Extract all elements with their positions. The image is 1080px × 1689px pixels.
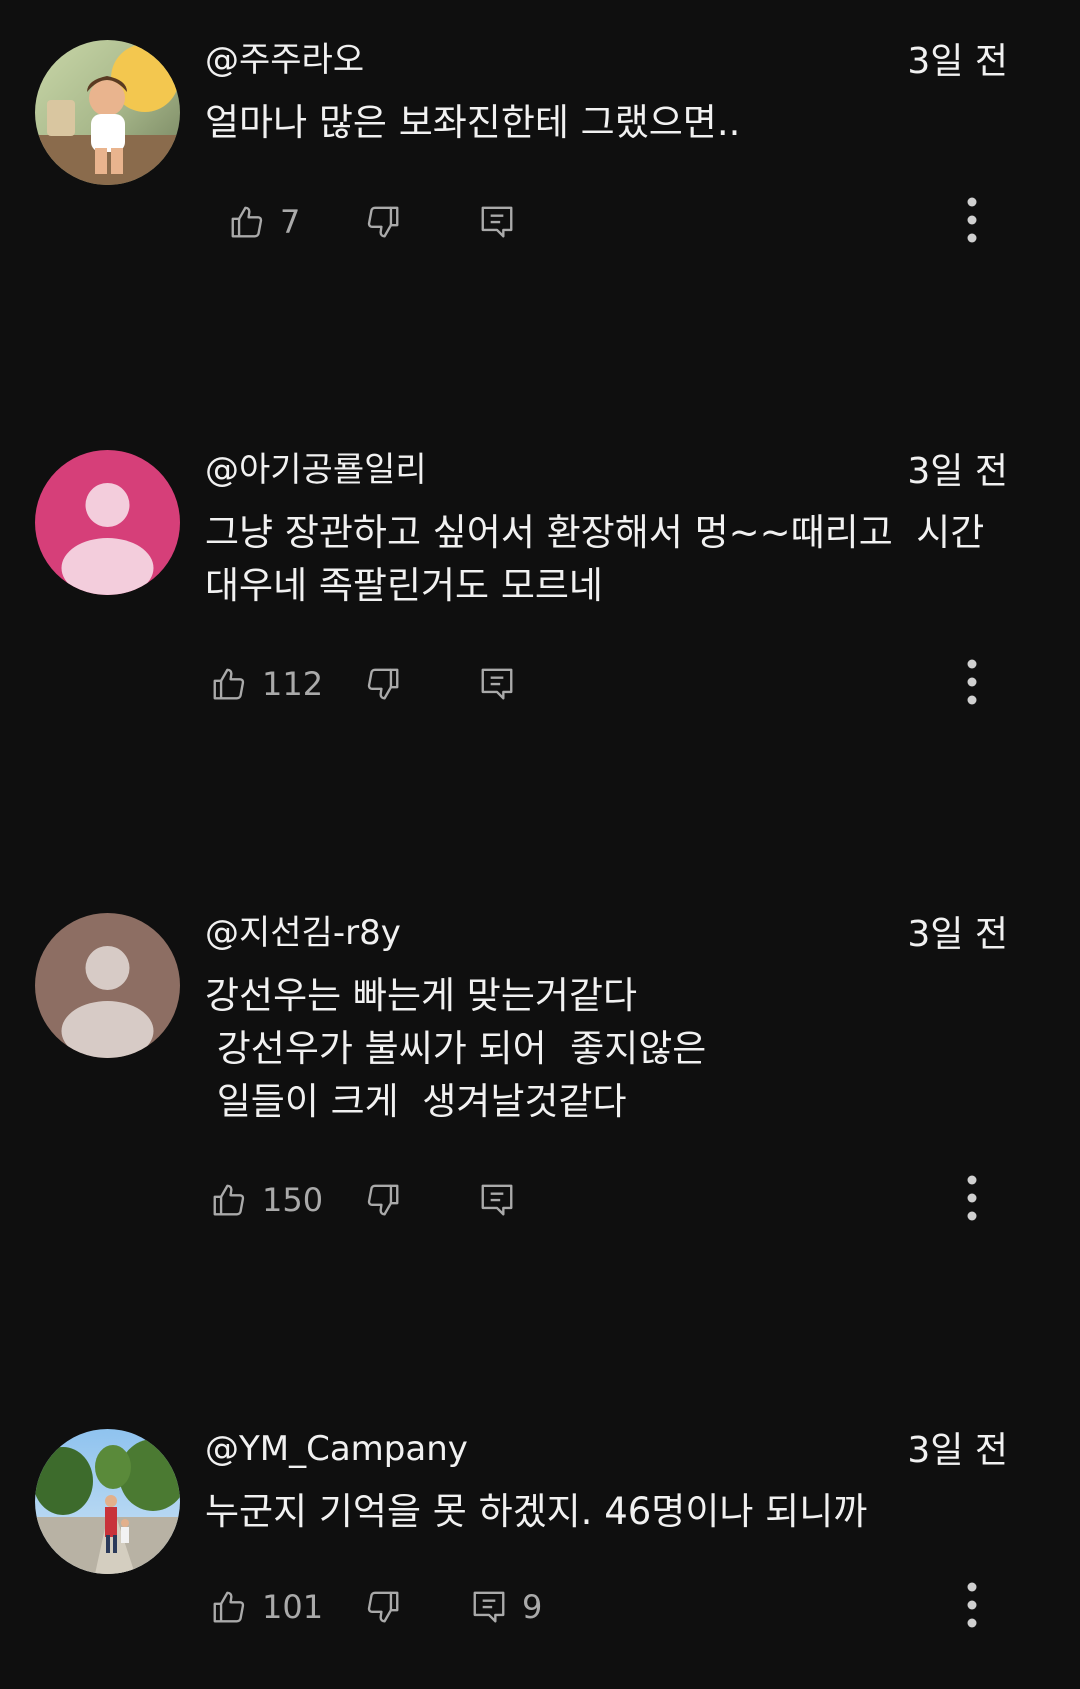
comment-timestamp: 3일 전 (907, 41, 1008, 82)
reply-button[interactable]: 9 (470, 1577, 542, 1637)
reply-icon (478, 203, 516, 241)
comment-author[interactable]: @아기공룔일리 (205, 448, 427, 492)
comment-timestamp: 3일 전 (907, 914, 1008, 955)
comment-actions: 101 9 (210, 1577, 1010, 1637)
reply-icon (478, 1181, 516, 1219)
avatar[interactable] (35, 913, 180, 1058)
reply-icon (478, 665, 516, 703)
like-count: 101 (262, 1588, 324, 1626)
like-button[interactable]: 112 (210, 654, 323, 714)
more-options-button[interactable] (952, 1577, 992, 1637)
more-vert-icon (966, 658, 978, 710)
comment-author[interactable]: @지선김-r8y (205, 911, 401, 955)
comment: @주주라오 3일 전 얼마나 많은 보좌진한테 그랬으면.. 7 (0, 0, 1080, 420)
avatar[interactable] (35, 450, 180, 595)
reply-count: 9 (522, 1588, 543, 1626)
more-options-button[interactable] (952, 654, 992, 714)
like-button[interactable]: 7 (228, 192, 300, 252)
comment: @지선김-r8y 3일 전 강선우는 빠는게 맞는거같다 강선우가 불씨가 되어… (0, 873, 1080, 1363)
more-options-button[interactable] (952, 1170, 992, 1230)
more-vert-icon (966, 196, 978, 248)
comment-text: 강선우는 빠는게 맞는거같다 강선우가 불씨가 되어 좋지않은 일들이 크게 생… (205, 974, 707, 1123)
dislike-button[interactable] (364, 1577, 402, 1637)
like-count: 150 (262, 1181, 324, 1219)
dislike-button[interactable] (364, 192, 402, 252)
avatar[interactable] (35, 1429, 180, 1574)
thumbs-down-icon (364, 203, 402, 241)
more-options-button[interactable] (952, 192, 992, 252)
reply-button[interactable] (478, 654, 530, 714)
comment: @YM_Campany 3일 전 누군지 기억을 못 하겠지. 46명이나 되니… (0, 1389, 1080, 1689)
thumbs-up-icon (210, 665, 248, 703)
thumbs-down-icon (364, 665, 402, 703)
comment-timestamp: 3일 전 (907, 451, 1008, 492)
comment-text: 그냥 장관하고 싶어서 환장해서 멍~~때리고 시간대우네 족팔린거도 모르네 (205, 511, 985, 607)
comment: @아기공룔일리 3일 전 그냥 장관하고 싶어서 환장해서 멍~~때리고 시간대… (0, 410, 1080, 870)
comment-timestamp: 3일 전 (907, 1430, 1008, 1471)
avatar[interactable] (35, 40, 180, 185)
comment-actions: 112 (210, 654, 1010, 714)
more-vert-icon (966, 1581, 978, 1633)
like-button[interactable]: 101 (210, 1577, 323, 1637)
comment-text: 누군지 기억을 못 하겠지. 46명이나 되니까 (205, 1490, 868, 1533)
thumbs-up-icon (228, 203, 266, 241)
thumbs-down-icon (364, 1181, 402, 1219)
dislike-button[interactable] (364, 1170, 402, 1230)
reply-icon (470, 1588, 508, 1626)
thumbs-up-icon (210, 1588, 248, 1626)
dislike-button[interactable] (364, 654, 402, 714)
thumbs-down-icon (364, 1588, 402, 1626)
thumbs-up-icon (210, 1181, 248, 1219)
comment-author[interactable]: @YM_Campany (205, 1427, 468, 1471)
comment-actions: 150 (210, 1170, 1010, 1230)
comment-author[interactable]: @주주라오 (205, 38, 364, 82)
comment-actions: 7 (210, 192, 1010, 252)
reply-button[interactable] (478, 192, 530, 252)
reply-button[interactable] (478, 1170, 530, 1230)
like-button[interactable]: 150 (210, 1170, 323, 1230)
like-count: 7 (280, 203, 301, 241)
like-count: 112 (262, 665, 324, 703)
more-vert-icon (966, 1174, 978, 1226)
comment-text: 얼마나 많은 보좌진한테 그랬으면.. (205, 101, 741, 144)
